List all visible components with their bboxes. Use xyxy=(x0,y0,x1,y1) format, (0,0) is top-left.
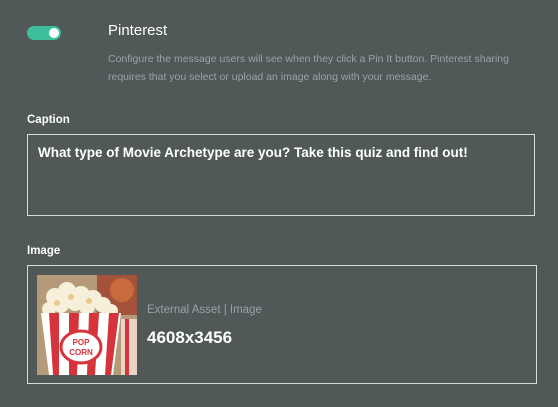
image-selector[interactable]: POP CORN External Asset | Image 4608x345… xyxy=(27,265,537,384)
toggle-knob xyxy=(49,28,59,38)
image-dimensions: 4608x3456 xyxy=(147,328,233,347)
asset-type-label: External Asset | Image xyxy=(147,304,262,316)
pinterest-toggle[interactable] xyxy=(27,26,61,40)
caption-label: Caption xyxy=(27,114,70,126)
popcorn-thumbnail-image: POP CORN xyxy=(37,275,137,375)
svg-text:CORN: CORN xyxy=(69,348,93,357)
caption-input[interactable]: What type of Movie Archetype are you? Ta… xyxy=(27,134,535,216)
svg-text:POP: POP xyxy=(73,338,91,347)
pinterest-description: Configure the message users will see whe… xyxy=(108,53,509,83)
pinterest-title: Pinterest xyxy=(108,22,168,39)
image-label: Image xyxy=(27,245,61,257)
